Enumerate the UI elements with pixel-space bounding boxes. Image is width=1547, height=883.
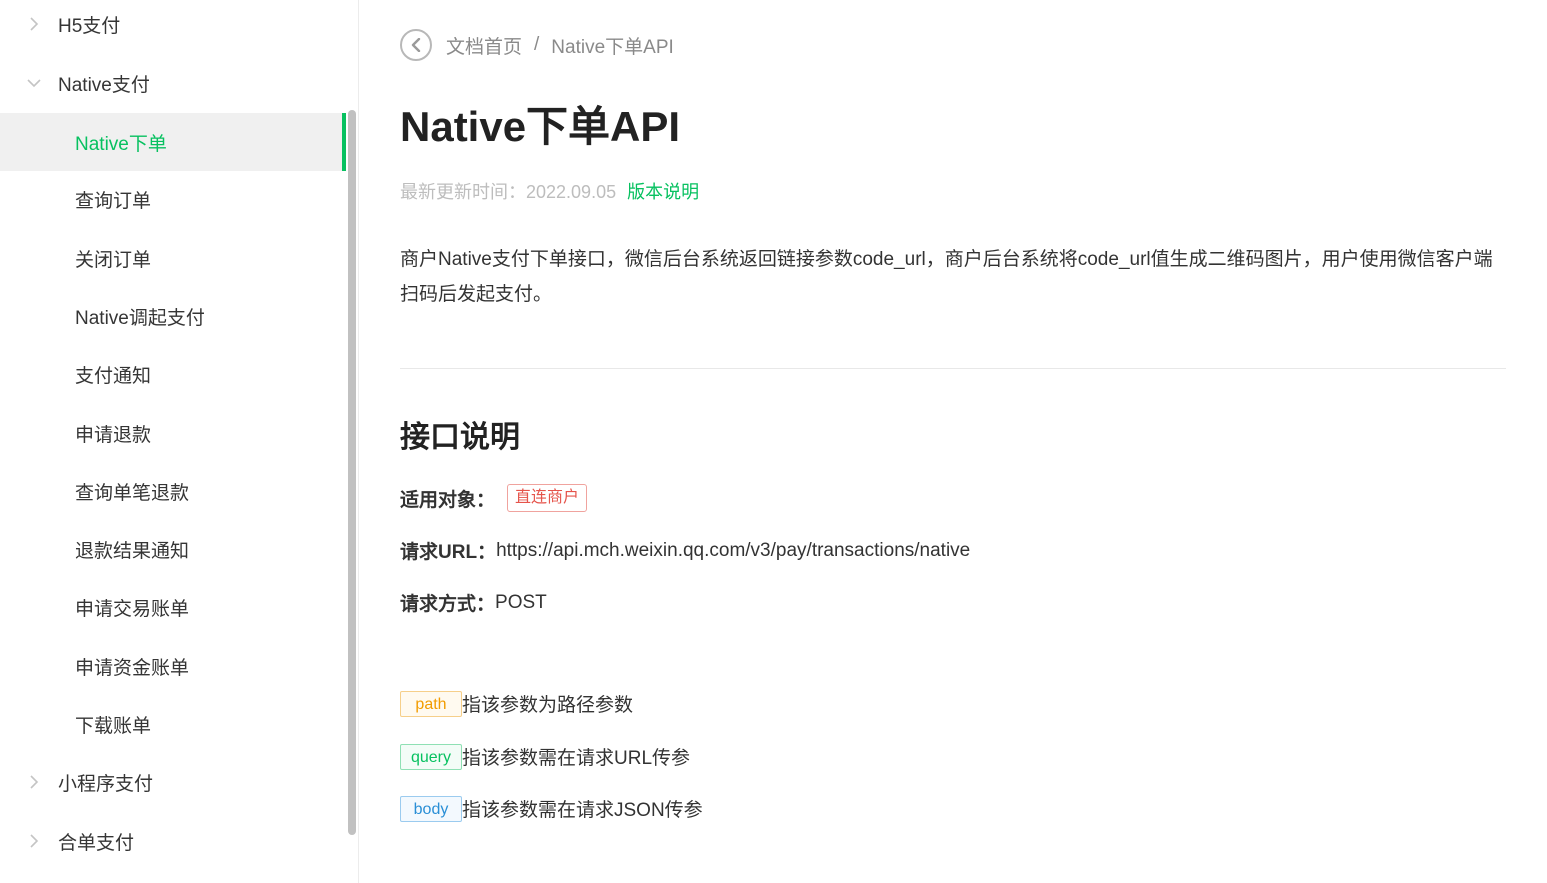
url-value: https://api.mch.weixin.qq.com/v3/pay/tra…	[496, 539, 971, 561]
legend-text: 指该参数需在请求JSON传参	[462, 800, 703, 821]
sidebar-item-query-order[interactable]: 查询订单	[0, 170, 346, 228]
chevron-left-icon	[411, 38, 421, 52]
sidebar-item-trade-bill[interactable]: 申请交易账单	[0, 578, 346, 636]
sidebar-item-label: 支付通知	[75, 365, 152, 387]
legend-text: 指该参数为路径参数	[462, 695, 634, 716]
page-title: Native下单API	[400, 103, 681, 150]
sidebar-group-miniprogram[interactable]: 小程序支付	[0, 753, 340, 811]
active-indicator	[342, 113, 346, 171]
sidebar-scrollbar[interactable]	[348, 110, 356, 835]
last-updated: 最新更新时间：2022.09.05 版本说明	[400, 178, 699, 204]
sidebar-item-label: Native下单	[75, 133, 167, 155]
url-label: 请求URL：	[400, 542, 497, 563]
body-chip: body	[400, 795, 462, 822]
main-content: 文档首页 / Native下单API Native下单API 最新更新时间：20…	[400, 0, 1510, 883]
sidebar-item-query-refund[interactable]: 查询单笔退款	[0, 462, 346, 520]
legend-item-body: body 指该参数需在请求JSON传参	[400, 795, 703, 822]
divider	[400, 368, 1506, 369]
sidebar-item-fund-bill[interactable]: 申请资金账单	[0, 637, 346, 695]
breadcrumb-current: Native下单API	[551, 36, 674, 58]
query-chip: query	[400, 743, 462, 770]
breadcrumb: 文档首页 / Native下单API	[400, 27, 674, 63]
breadcrumb-separator: /	[534, 34, 540, 55]
method-value: POST	[495, 591, 547, 613]
sidebar-group-label: 合单支付	[58, 832, 135, 854]
sidebar-item-label: 下载账单	[75, 715, 152, 737]
target-label: 适用对象：	[400, 489, 496, 511]
legend-text: 指该参数需在请求URL传参	[462, 748, 691, 769]
chevron-down-icon	[26, 75, 42, 91]
updated-date: 2022.09.05	[526, 182, 617, 202]
sidebar-item-label: 查询订单	[75, 190, 152, 212]
sidebar-group-label: Native支付	[58, 74, 150, 96]
sidebar-item-refund-notify[interactable]: 退款结果通知	[0, 520, 346, 578]
sidebar-item-download-bill[interactable]: 下载账单	[0, 695, 346, 753]
sidebar-item-label: 退款结果通知	[75, 540, 190, 562]
method-label: 请求方式：	[400, 594, 496, 615]
chevron-right-icon	[26, 833, 42, 849]
sidebar-nav: H5支付 Native支付 Native下单 查询订单 关闭订单 Native调…	[0, 0, 359, 883]
sidebar-item-label: 申请退款	[75, 424, 152, 446]
sidebar-item-label: Native调起支付	[75, 307, 205, 329]
updated-label: 最新更新时间：	[400, 182, 526, 202]
sidebar-group-combined[interactable]: 合单支付	[0, 812, 340, 870]
sidebar-item-label: 申请交易账单	[75, 598, 190, 620]
sidebar-item-label: 关闭订单	[75, 249, 152, 271]
legend-item-query: query 指该参数需在请求URL传参	[400, 743, 690, 770]
path-chip: path	[400, 690, 462, 717]
target-row: 适用对象： 直连商户	[400, 484, 588, 512]
breadcrumb-home-link[interactable]: 文档首页	[446, 32, 522, 59]
chevron-right-icon	[26, 16, 42, 32]
sidebar-item-native-invoke[interactable]: Native调起支付	[0, 287, 346, 345]
chevron-right-icon	[26, 774, 42, 790]
sidebar-item-native-order[interactable]: Native下单	[0, 113, 346, 171]
sidebar-group-native[interactable]: Native支付	[0, 54, 340, 112]
url-row: 请求URL： https://api.mch.weixin.qq.com/v3/…	[400, 537, 970, 564]
sidebar-item-label: 申请资金账单	[75, 657, 190, 679]
section-title: 接口说明	[400, 421, 520, 454]
back-button[interactable]	[400, 29, 432, 61]
sidebar-item-pay-notify[interactable]: 支付通知	[0, 345, 346, 403]
sidebar-item-refund[interactable]: 申请退款	[0, 404, 346, 462]
sidebar-group-h5[interactable]: H5支付	[0, 0, 340, 53]
method-row: 请求方式： POST	[400, 589, 547, 616]
legend-item-path: path 指该参数为路径参数	[400, 690, 633, 717]
target-tag: 直连商户	[507, 484, 588, 512]
sidebar-item-label: 查询单笔退款	[75, 482, 190, 504]
sidebar-group-label: 小程序支付	[58, 773, 154, 795]
sidebar-item-close-order[interactable]: 关闭订单	[0, 229, 346, 287]
page-description: 商户Native支付下单接口，微信后台系统返回链接参数code_url，商户后台…	[400, 249, 1493, 305]
version-notes-link[interactable]: 版本说明	[627, 182, 699, 202]
sidebar-group-label: H5支付	[58, 15, 121, 37]
